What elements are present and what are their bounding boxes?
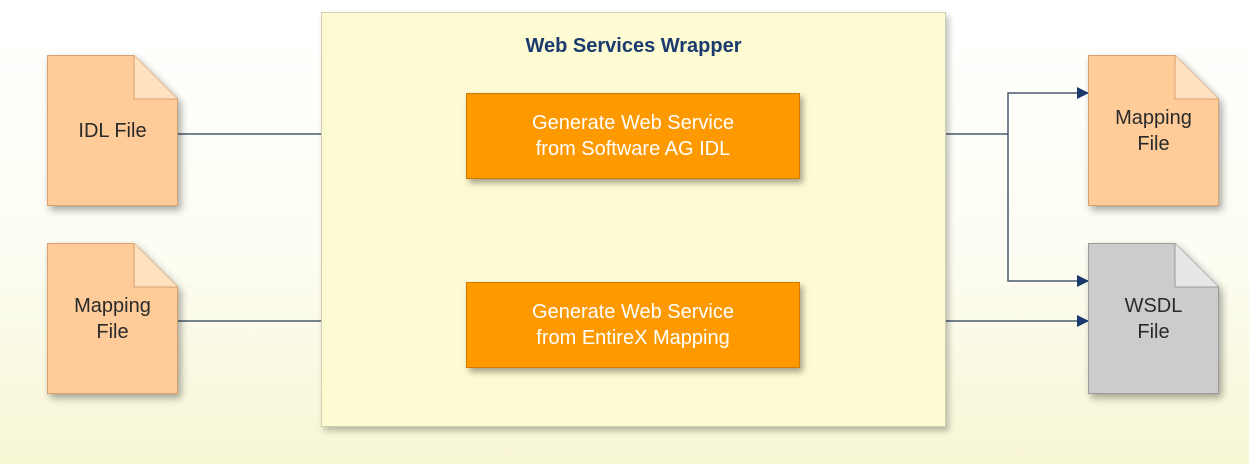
process-label: Generate Web Service from Software AG ID…	[532, 112, 734, 160]
generate-from-mapping-process: Generate Web Service from EntireX Mappin…	[466, 282, 800, 368]
edge-to-wsdl-file-top	[1007, 134, 1089, 287]
wrapper-title: Web Services Wrapper	[525, 35, 742, 57]
mapping-file-input-document: Mapping File	[47, 243, 178, 394]
generate-from-idl-process: Generate Web Service from Software AG ID…	[466, 93, 800, 179]
document-label: IDL File	[78, 119, 147, 142]
process-label: Generate Web Service from EntireX Mappin…	[532, 301, 734, 349]
document-label: WSDL File	[1124, 294, 1183, 343]
document-label: Mapping File	[1115, 106, 1192, 155]
idl-file-document: IDL File	[47, 55, 178, 206]
edge-to-mapping-file-out	[1007, 87, 1089, 134]
mapping-file-output-document: Mapping File	[1088, 55, 1219, 206]
wsdl-file-document: WSDL File	[1088, 243, 1219, 394]
document-label: Mapping File	[74, 294, 151, 343]
diagram-canvas: Web Services Wrapper Generate Web Servic…	[0, 0, 1249, 464]
